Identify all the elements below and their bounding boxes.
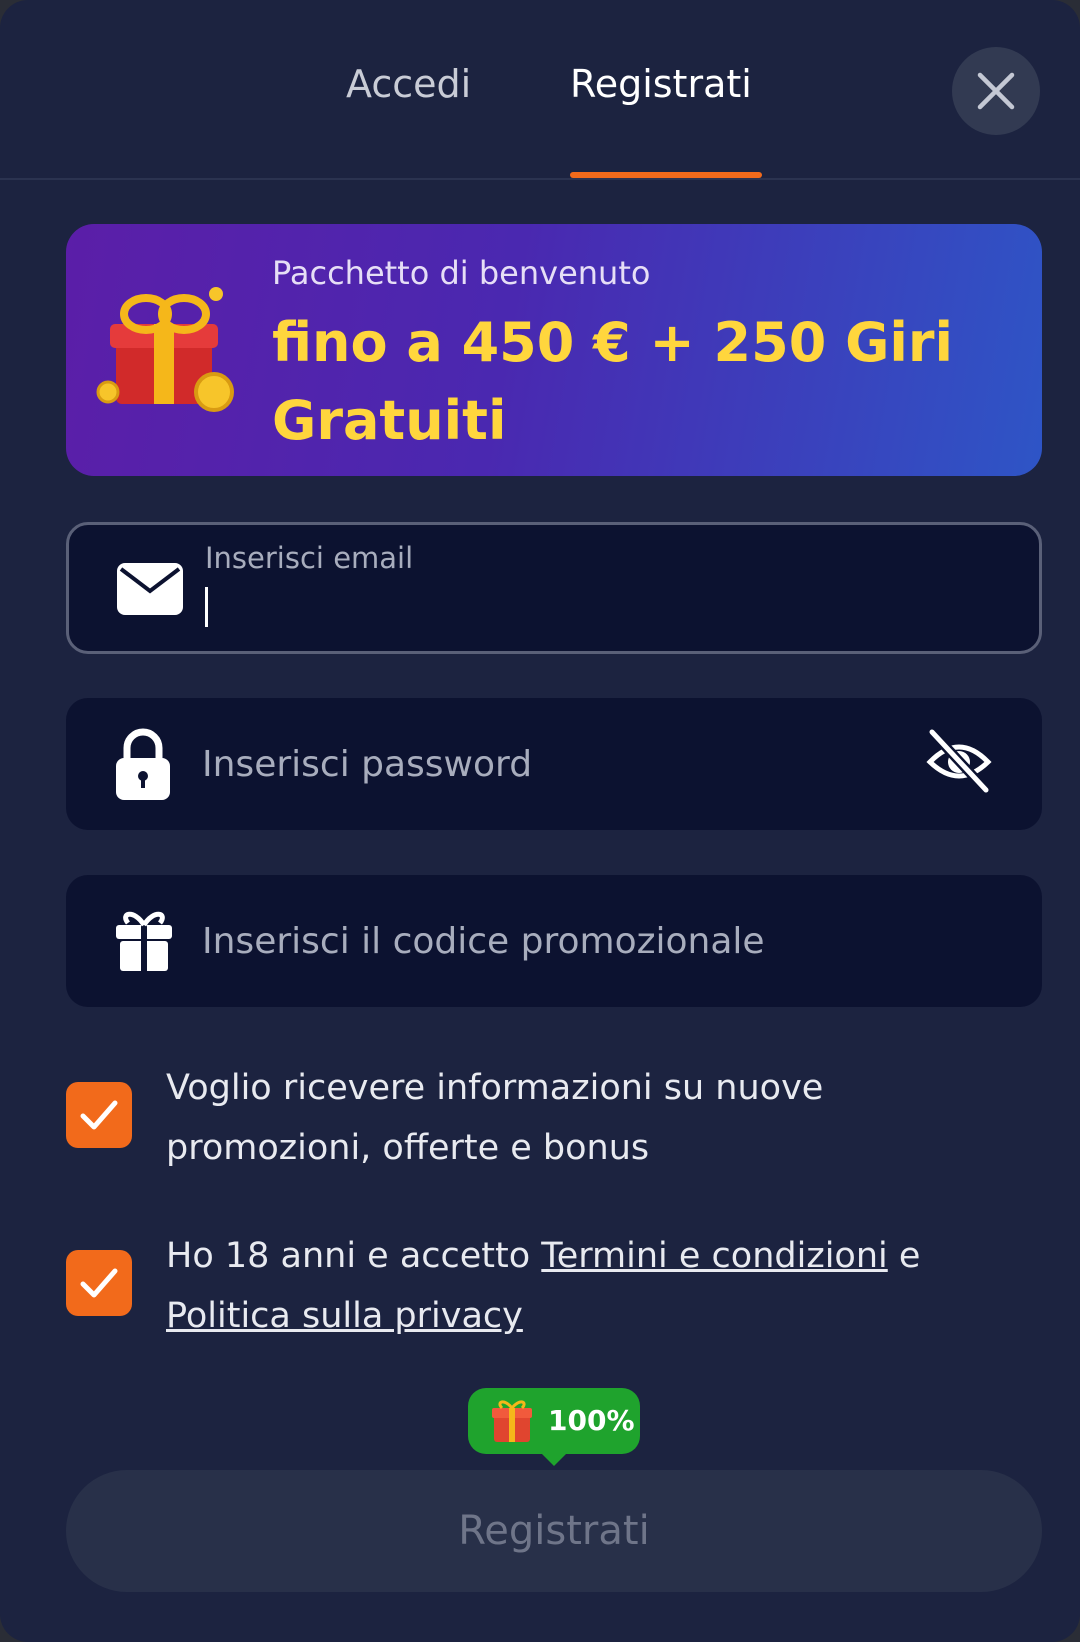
active-tab-indicator (570, 172, 762, 178)
gift-box-icon (96, 287, 234, 412)
terms-checkbox[interactable] (66, 1250, 132, 1316)
text-caret (205, 587, 208, 627)
newsletter-checkbox[interactable] (66, 1082, 132, 1148)
envelope-icon (117, 563, 183, 615)
close-icon (977, 72, 1015, 110)
bonus-percentage: 100% (548, 1404, 635, 1437)
welcome-bonus-banner: Pacchetto di benvenuto fino a 450 € + 25… (66, 224, 1042, 476)
checkmark-icon (80, 1100, 118, 1130)
password-field[interactable] (66, 698, 1042, 830)
auth-tabs: Accedi Registrati (0, 0, 1080, 180)
email-label: Inserisci email (205, 541, 414, 575)
tab-login[interactable]: Accedi (346, 62, 471, 112)
banner-subtitle: Pacchetto di benvenuto (272, 254, 651, 292)
gift-icon (116, 911, 172, 971)
lock-icon (116, 728, 170, 800)
close-button[interactable] (952, 47, 1040, 135)
terms-link[interactable]: Termini e condizioni (541, 1236, 887, 1276)
password-input[interactable] (202, 734, 962, 794)
newsletter-consent-text: Voglio ricevere informazioni su nuove pr… (166, 1068, 824, 1168)
banner-title: fino a 450 € + 250 Giri Gratuiti (272, 311, 954, 452)
terms-consent-text: Ho 18 anni e accetto Termini e condizion… (166, 1226, 1026, 1346)
promo-code-input[interactable] (202, 911, 962, 971)
register-button[interactable]: Registrati (66, 1470, 1042, 1592)
register-modal: Accedi Registrati Pacchetto di benvenuto… (0, 0, 1080, 1642)
checkmark-icon (80, 1268, 118, 1298)
tab-register[interactable]: Registrati (570, 62, 752, 112)
terms-text-before: Ho 18 anni e accetto (166, 1236, 542, 1276)
email-field[interactable]: Inserisci email (66, 522, 1042, 654)
promo-code-field[interactable] (66, 875, 1042, 1007)
privacy-link[interactable]: Politica sulla privacy (166, 1296, 523, 1336)
eye-off-icon[interactable] (924, 726, 994, 796)
terms-text-middle: e (887, 1236, 921, 1276)
gift-box-icon (492, 1400, 532, 1442)
bonus-badge: 100% (468, 1388, 640, 1466)
